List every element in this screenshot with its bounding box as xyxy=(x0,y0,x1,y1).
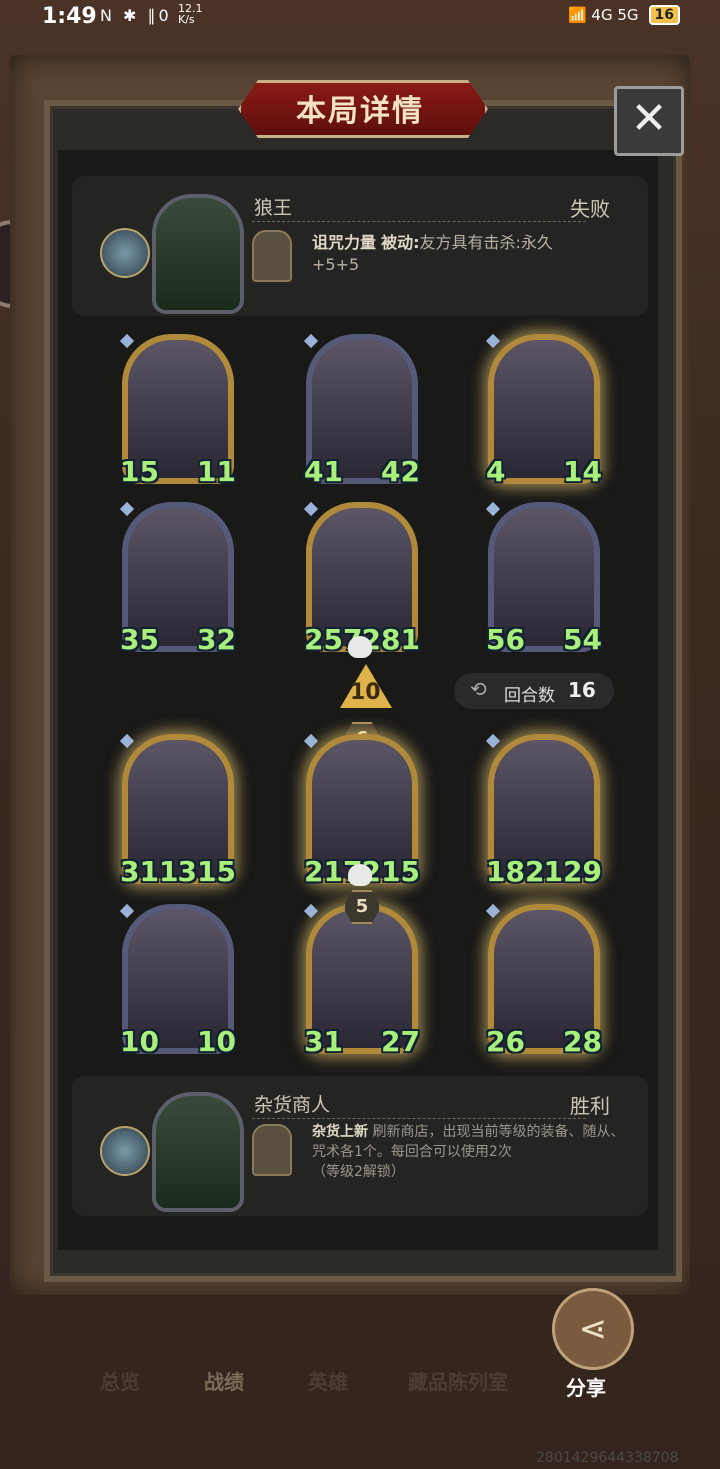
status-icons-right: 📶 4G 5G 16 xyxy=(568,5,680,25)
skull-icon xyxy=(348,864,372,886)
minion-card[interactable]: 4 14 xyxy=(485,333,602,488)
round-label: 回合数 xyxy=(504,686,555,706)
net-speed: 12.1 K/s xyxy=(178,2,203,26)
minion-attack: 311 xyxy=(120,855,179,888)
round-counter: ⟲ 回合数 16 xyxy=(454,673,614,709)
share-icon: ⋖ xyxy=(578,1309,608,1349)
skull-icon xyxy=(348,636,372,658)
player-avatar-orb[interactable] xyxy=(100,1126,150,1176)
nav-record[interactable]: 战绩 xyxy=(204,1366,244,1395)
opponent-avatar-orb[interactable] xyxy=(100,228,150,278)
nav-overview[interactable]: 总览 xyxy=(100,1366,140,1395)
share-label[interactable]: 分享 xyxy=(566,1372,606,1401)
minion-attack: 41 xyxy=(304,455,343,488)
minion-card[interactable]: 311 315 xyxy=(119,733,236,888)
player-hero-portrait[interactable] xyxy=(152,1092,244,1212)
divider xyxy=(252,221,586,222)
minion-attack: 56 xyxy=(486,623,525,656)
minion-health: 10 xyxy=(197,1025,236,1058)
minion-attack: 4 xyxy=(486,455,506,488)
minion-attack: 10 xyxy=(120,1025,159,1058)
opponent-ability-desc: 诅咒力量 被动:友方具有击杀:永久 +5+5 xyxy=(312,233,553,274)
player-ability-icon[interactable] xyxy=(252,1124,292,1176)
minion-health: 315 xyxy=(177,855,236,888)
nav-hero[interactable]: 英雄 xyxy=(308,1366,348,1395)
minion-card[interactable]: 31 27 xyxy=(303,903,420,1058)
minion-attack: 35 xyxy=(120,623,159,656)
minion-health: 14 xyxy=(563,455,602,488)
user-id: 2801429644338708 xyxy=(536,1450,679,1466)
nav-collection[interactable]: 藏品陈列室 xyxy=(408,1366,508,1395)
minion-attack: 26 xyxy=(486,1025,525,1058)
minion-attack: 15 xyxy=(120,455,159,488)
close-button[interactable]: ✕ xyxy=(614,86,684,156)
minion-card[interactable]: 56 54 xyxy=(485,501,602,656)
share-button[interactable]: ⋖ xyxy=(552,1288,634,1370)
minion-health: 42 xyxy=(381,455,420,488)
minion-health: 129 xyxy=(543,855,602,888)
player-name: 杂货商人 xyxy=(254,1094,331,1116)
minion-health: 54 xyxy=(563,623,602,656)
player-ability-desc: 杂货上新 刷新商店，出现当前等级的装备、随从、咒术各1个。每回合可以使用2次 （等… xyxy=(312,1124,625,1180)
minion-health: 32 xyxy=(197,623,236,656)
player-result: 胜利 xyxy=(570,1094,610,1118)
dialog-title: 本局详情 xyxy=(296,94,424,129)
minion-card[interactable]: 10 10 xyxy=(119,903,236,1058)
status-bar: 1:49 N ✱ ∥0 12.1 K/s 📶 4G 5G 16 xyxy=(0,0,720,34)
minion-attack: 31 xyxy=(304,1025,343,1058)
attack-value: 10 xyxy=(350,680,381,705)
status-icons-left: N ✱ ∥0 xyxy=(100,6,172,25)
minion-card[interactable]: 35 32 xyxy=(119,501,236,656)
minion-card[interactable]: 217 215 xyxy=(303,733,420,888)
minion-health: 11 xyxy=(197,455,236,488)
minion-card[interactable]: 182 129 xyxy=(485,733,602,888)
opponent-name: 狼王 xyxy=(254,197,293,219)
opponent-ability-icon[interactable] xyxy=(252,230,292,282)
refresh-icon: ⟲ xyxy=(470,677,487,701)
round-value: 16 xyxy=(568,678,596,702)
minion-card[interactable]: 26 28 xyxy=(485,903,602,1058)
minion-attack: 182 xyxy=(486,855,545,888)
minion-card[interactable]: 257 281 xyxy=(303,501,420,656)
minion-card[interactable]: 15 11 xyxy=(119,333,236,488)
battery-icon: 16 xyxy=(648,5,680,25)
minion-health: 28 xyxy=(563,1025,602,1058)
opponent-result: 失败 xyxy=(570,197,610,221)
minion-card[interactable]: 41 42 xyxy=(303,333,420,488)
signal-icon: 📶 4G 5G xyxy=(567,6,639,24)
minion-health: 27 xyxy=(381,1025,420,1058)
divider xyxy=(252,1118,586,1119)
clock: 1:49 xyxy=(42,4,97,29)
opponent-hero-portrait[interactable] xyxy=(152,194,244,314)
